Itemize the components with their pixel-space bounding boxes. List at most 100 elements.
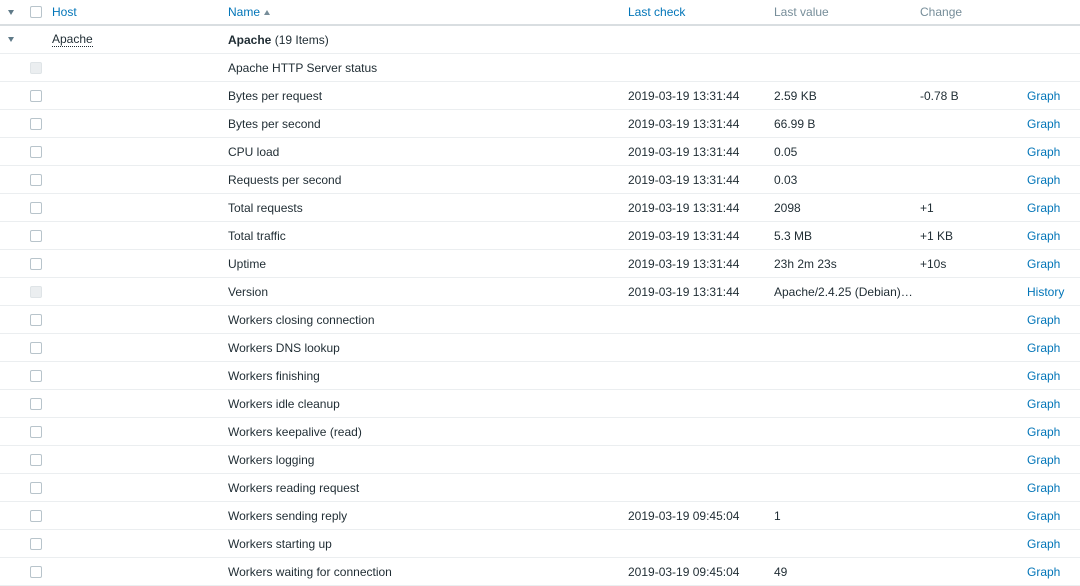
row-checkbox[interactable] [30, 537, 42, 550]
row-checkbox[interactable] [30, 341, 42, 354]
item-action-cell[interactable]: Graph [1027, 110, 1080, 137]
item-action-link[interactable]: History [1027, 285, 1064, 299]
item-action-link[interactable]: Graph [1027, 145, 1060, 159]
item-action-link[interactable]: Graph [1027, 397, 1060, 411]
item-last-value: 1 [774, 508, 781, 523]
item-action-cell[interactable]: History [1027, 278, 1080, 305]
chevron-down-icon[interactable] [8, 9, 14, 15]
row-checkbox[interactable] [30, 229, 42, 242]
row-checkbox[interactable] [30, 369, 42, 382]
row-checkbox-cell[interactable] [28, 558, 44, 585]
select-all-cell[interactable] [28, 0, 44, 24]
select-all-checkbox[interactable] [30, 6, 42, 18]
item-action-cell[interactable]: Graph [1027, 558, 1080, 585]
row-checkbox-cell[interactable] [28, 362, 44, 389]
row-checkbox[interactable] [30, 397, 42, 410]
item-action-link[interactable]: Graph [1027, 313, 1060, 327]
chevron-down-icon[interactable] [8, 37, 14, 42]
last-check-sort-link[interactable]: Last check [628, 5, 685, 19]
item-name: Workers finishing [228, 368, 320, 383]
item-action-cell[interactable]: Graph [1027, 138, 1080, 165]
item-action-cell[interactable]: Graph [1027, 250, 1080, 277]
item-action-link[interactable]: Graph [1027, 481, 1060, 495]
item-action-link[interactable]: Graph [1027, 369, 1060, 383]
item-action-cell[interactable]: Graph [1027, 306, 1080, 333]
row-checkbox-cell[interactable] [28, 222, 44, 249]
row-checkbox-cell[interactable] [28, 306, 44, 333]
item-action-link[interactable]: Graph [1027, 537, 1060, 551]
item-name-cell: Workers finishing [228, 362, 618, 389]
row-checkbox-cell[interactable] [28, 110, 44, 137]
item-action-cell[interactable]: Graph [1027, 502, 1080, 529]
name-sort-link[interactable]: Name [228, 5, 260, 19]
item-action-link[interactable]: Graph [1027, 89, 1060, 103]
row-checkbox[interactable] [30, 509, 42, 522]
item-action-cell[interactable]: Graph [1027, 390, 1080, 417]
item-action-link[interactable]: Graph [1027, 229, 1060, 243]
row-checkbox-cell[interactable] [28, 278, 44, 305]
group-host-cell[interactable]: Apache [52, 26, 222, 53]
row-checkbox[interactable] [30, 117, 42, 130]
row-checkbox-cell[interactable] [28, 194, 44, 221]
item-action-link[interactable]: Graph [1027, 257, 1060, 271]
item-action-link[interactable]: Graph [1027, 201, 1060, 215]
row-checkbox-cell[interactable] [28, 250, 44, 277]
item-action-cell[interactable]: Graph [1027, 530, 1080, 557]
group-toggle-cell[interactable] [0, 26, 22, 53]
host-sort-link[interactable]: Host [52, 5, 77, 19]
item-action-cell[interactable]: Graph [1027, 418, 1080, 445]
row-checkbox[interactable] [30, 257, 42, 270]
item-action-cell[interactable]: Graph [1027, 362, 1080, 389]
item-last-check: 2019-03-19 13:31:44 [628, 116, 740, 131]
row-checkbox-cell[interactable] [28, 502, 44, 529]
item-name-cell: Version [228, 278, 618, 305]
item-action-link[interactable]: Graph [1027, 341, 1060, 355]
row-checkbox-cell[interactable] [28, 474, 44, 501]
item-action-cell[interactable]: Graph [1027, 222, 1080, 249]
item-action-cell[interactable]: Graph [1027, 166, 1080, 193]
row-checkbox[interactable] [30, 145, 42, 158]
item-action-cell[interactable]: Graph [1027, 194, 1080, 221]
row-checkbox[interactable] [30, 173, 42, 186]
item-action-link[interactable]: Graph [1027, 453, 1060, 467]
toggle-all-cell[interactable] [0, 0, 22, 24]
item-change-cell [920, 334, 1020, 361]
row-checkbox-cell[interactable] [28, 530, 44, 557]
column-header-host[interactable]: Host [52, 0, 222, 24]
row-checkbox[interactable] [30, 313, 42, 326]
item-action-link[interactable]: Graph [1027, 565, 1060, 579]
item-last-value-cell: 2098 [774, 194, 914, 221]
item-last-check-cell: 2019-03-19 09:45:04 [628, 558, 768, 585]
item-action-cell[interactable]: Graph [1027, 82, 1080, 109]
row-checkbox[interactable] [30, 89, 42, 102]
item-change-cell [920, 558, 1020, 585]
item-action-cell[interactable]: Graph [1027, 334, 1080, 361]
column-header-name[interactable]: Name [228, 0, 618, 24]
item-action-cell[interactable]: Graph [1027, 474, 1080, 501]
row-checkbox-cell[interactable] [28, 446, 44, 473]
row-checkbox-cell[interactable] [28, 418, 44, 445]
row-checkbox[interactable] [30, 481, 42, 494]
row-checkbox[interactable] [30, 425, 42, 438]
row-checkbox-cell[interactable] [28, 390, 44, 417]
item-action-link[interactable]: Graph [1027, 509, 1060, 523]
row-checkbox-cell[interactable] [28, 82, 44, 109]
row-checkbox[interactable] [30, 565, 42, 578]
item-action-cell[interactable]: Graph [1027, 446, 1080, 473]
item-action-cell[interactable] [1027, 54, 1080, 81]
item-change-cell [920, 166, 1020, 193]
item-action-link[interactable]: Graph [1027, 425, 1060, 439]
row-checkbox[interactable] [30, 201, 42, 214]
row-checkbox-cell[interactable] [28, 166, 44, 193]
column-header-last-check[interactable]: Last check [628, 0, 768, 24]
host-name-link[interactable]: Apache [52, 32, 93, 47]
row-checkbox-cell[interactable] [28, 334, 44, 361]
row-checkbox-cell[interactable] [28, 138, 44, 165]
table-row: Workers idle cleanup Graph [0, 390, 1080, 418]
row-checkbox[interactable] [30, 453, 42, 466]
item-last-value-cell: 2.59 KB [774, 82, 914, 109]
row-checkbox-cell[interactable] [28, 54, 44, 81]
item-action-link[interactable]: Graph [1027, 173, 1060, 187]
item-action-link[interactable]: Graph [1027, 117, 1060, 131]
item-last-value-cell [774, 446, 914, 473]
